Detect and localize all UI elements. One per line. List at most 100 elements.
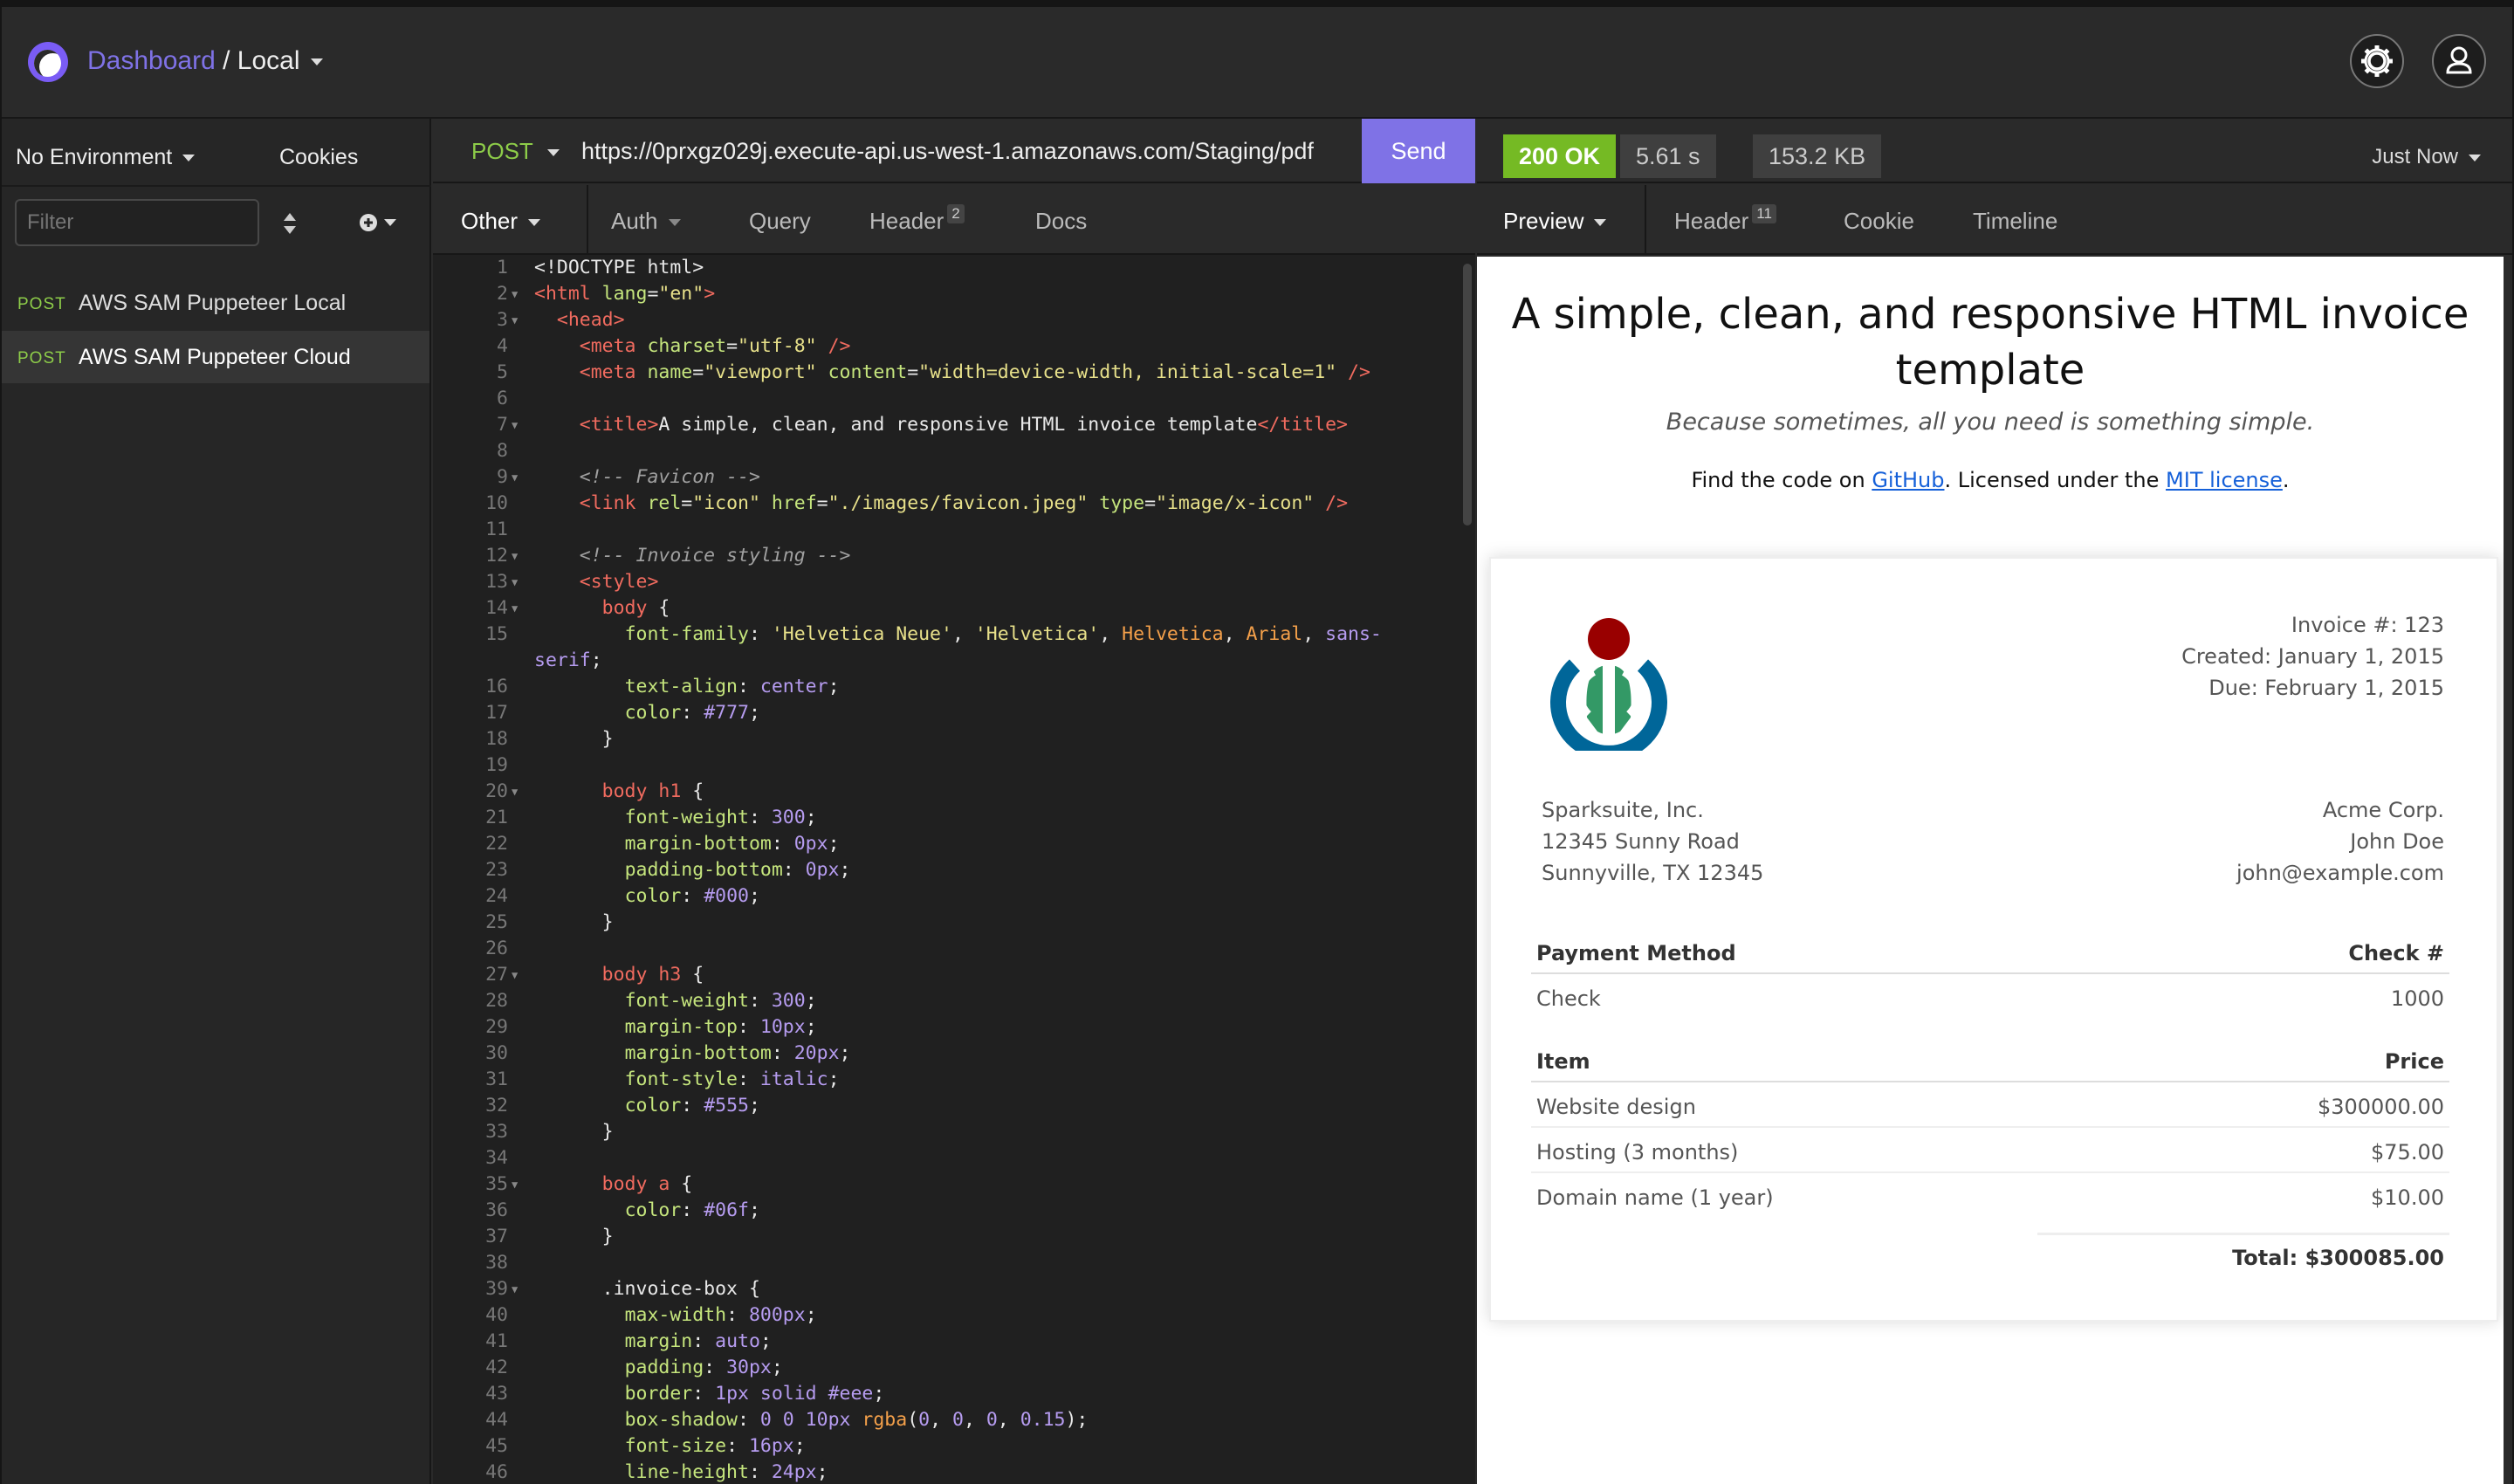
code-line: 14 ▼ body { <box>433 595 1475 622</box>
code-text: <!DOCTYPE html> <box>534 255 704 281</box>
fold-arrow-icon[interactable]: ▼ <box>512 543 518 569</box>
code-token: 0 0 10px <box>759 1409 851 1431</box>
tab-auth[interactable]: Auth <box>611 208 681 235</box>
fold-arrow-icon[interactable]: ▼ <box>512 569 518 595</box>
settings-button[interactable] <box>2350 34 2404 88</box>
code-token: ; <box>748 885 760 907</box>
request-method: POST <box>17 295 66 313</box>
code-token: 1px solid #eee <box>715 1383 874 1405</box>
send-button[interactable]: Send <box>1362 119 1475 183</box>
code-token: margin-top <box>624 1016 738 1038</box>
line-number: 2 <box>497 283 508 305</box>
preview-subtitle: Because sometimes, all you need is somet… <box>1666 409 2315 436</box>
code-token: ; <box>759 1330 772 1352</box>
tab-header[interactable]: Header 2 <box>869 204 965 235</box>
history-dropdown[interactable]: Just Now <box>2372 145 2481 169</box>
fold-arrow-icon[interactable]: ▼ <box>512 281 518 307</box>
line-number: 5 <box>497 361 508 383</box>
code-token: 0 <box>952 1409 964 1431</box>
account-button[interactable] <box>2432 34 2486 88</box>
code-token: charset <box>647 335 727 357</box>
table-row: Domain name (1 year) $10.00 <box>1531 1175 2449 1219</box>
fold-arrow-icon[interactable]: ▼ <box>512 412 518 438</box>
code-text: } <box>534 910 614 936</box>
fold-arrow-icon[interactable]: ▼ <box>512 1276 518 1302</box>
find-suffix: . <box>2282 468 2290 492</box>
code-token: font-style <box>624 1068 738 1090</box>
code-token: "width=device-width, initial-scale=1" <box>918 361 1337 383</box>
code-token: : <box>748 623 772 645</box>
breadcrumb-workspace[interactable]: Local <box>237 46 300 75</box>
url-input[interactable]: https://0prxgz029j.execute-api.us-west-1… <box>581 138 1314 165</box>
fold-arrow-icon[interactable]: ▼ <box>512 464 518 491</box>
request-item[interactable]: POST AWS SAM Puppeteer Cloud <box>2 331 429 383</box>
cell: Website design <box>1536 1095 1696 1119</box>
fold-arrow-icon[interactable]: ▼ <box>512 307 518 333</box>
code-token: : <box>748 990 772 1012</box>
to-line: Acme Corp. <box>2322 798 2444 822</box>
github-link[interactable]: GitHub <box>1872 468 1944 492</box>
code-token: : <box>704 1357 727 1378</box>
tab-timeline[interactable]: Timeline <box>1973 208 2057 235</box>
code-token: : <box>738 1409 760 1431</box>
environment-select[interactable]: No Environment <box>16 145 196 170</box>
fold-arrow-icon[interactable]: ▼ <box>512 595 518 622</box>
code-token: } <box>534 1121 614 1143</box>
code-token: { <box>681 964 704 986</box>
code-line: 44 box-shadow: 0 0 10px rgba(0, 0, 0, 0.… <box>433 1407 1475 1433</box>
breadcrumb-dashboard[interactable]: Dashboard <box>87 46 216 75</box>
filter-input[interactable] <box>15 199 259 246</box>
code-token: color <box>624 702 682 724</box>
tab-cookie[interactable]: Cookie <box>1844 208 1914 235</box>
code-text: text-align: center; <box>534 674 840 700</box>
method-select[interactable]: POST <box>471 138 560 165</box>
line-number: 26 <box>485 938 508 959</box>
sort-icon[interactable] <box>281 211 299 236</box>
table-row: Check 1000 <box>1531 976 2449 1020</box>
tab-docs[interactable]: Docs <box>1035 208 1087 235</box>
code-token: : <box>738 1068 760 1090</box>
code-line: 13 ▼ <style> <box>433 569 1475 595</box>
cell: 1000 <box>2390 986 2444 1011</box>
code-token: : <box>681 885 704 907</box>
fold-arrow-icon[interactable]: ▼ <box>512 962 518 988</box>
code-line: 18 } <box>433 726 1475 752</box>
tab-preview[interactable]: Preview <box>1503 208 1607 235</box>
code-token: ; <box>748 1199 760 1221</box>
code-token: <!-- Favicon --> <box>579 466 760 488</box>
fold-arrow-icon[interactable]: ▼ <box>512 779 518 805</box>
code-token: "utf-8" <box>738 335 817 357</box>
license-link[interactable]: MIT license <box>2166 468 2283 492</box>
line-number: 3 <box>497 309 508 331</box>
code-text: line-height: 24px; <box>534 1460 828 1484</box>
tab-query[interactable]: Query <box>749 208 811 235</box>
code-token: text-align <box>624 676 738 697</box>
code-token: box-shadow <box>624 1409 738 1431</box>
cell: Domain name (1 year) <box>1536 1185 1774 1210</box>
code-token: : <box>748 807 772 828</box>
code-line: 1 <!DOCTYPE html> <box>433 255 1475 281</box>
line-number: 14 <box>485 597 508 619</box>
tab-body-type[interactable]: Other <box>461 208 541 235</box>
invoice-to: Acme Corp. John Doe john@example.com <box>2236 794 2444 889</box>
from-line: Sparksuite, Inc. <box>1542 798 1704 822</box>
code-token: ; <box>828 1068 840 1090</box>
code-line: 42 padding: 30px; <box>433 1355 1475 1381</box>
line-number: 25 <box>485 911 508 933</box>
app-logo-icon[interactable] <box>28 42 68 82</box>
tab-response-header[interactable]: Header 11 <box>1674 204 1776 235</box>
workspace-dropdown-icon[interactable] <box>310 58 323 66</box>
add-request-button[interactable] <box>358 210 396 234</box>
code-token: max-width <box>624 1304 727 1326</box>
code-line: 29 margin-top: 10px; <box>433 1014 1475 1041</box>
request-item[interactable]: POST AWS SAM Puppeteer Local <box>2 277 429 329</box>
code-editor[interactable]: 1 <!DOCTYPE html> 2 ▼ <html lang="en"> 3 ▼ <he… <box>433 255 1475 1484</box>
fold-arrow-icon[interactable]: ▼ <box>512 1171 518 1198</box>
cookies-button[interactable]: Cookies <box>279 145 358 170</box>
header-count-badge: 11 <box>1752 204 1776 223</box>
